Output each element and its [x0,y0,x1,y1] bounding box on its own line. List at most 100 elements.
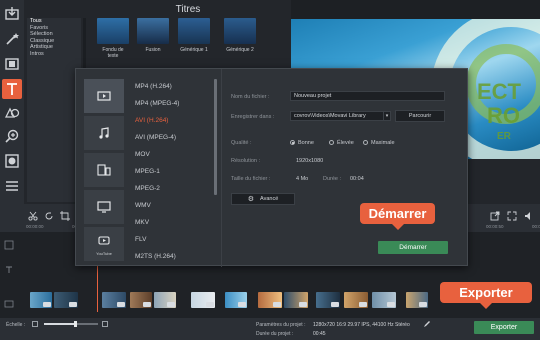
quality-radio-high[interactable] [329,140,334,145]
filter-icon[interactable] [2,151,22,171]
format-item[interactable]: MP4 (MPEG-4) [135,100,179,107]
volume-icon[interactable] [524,208,534,220]
video-track-icon[interactable] [4,296,14,308]
quality-radio-good[interactable] [290,140,295,145]
advanced-label: Avancé [260,196,279,202]
scale-label: Échelle : [6,322,26,328]
duration-value: 00:04 [350,176,364,182]
text-track-icon[interactable] [4,262,14,273]
title-thumbnail-fade[interactable] [97,18,129,44]
edit-settings-icon[interactable] [423,320,431,328]
quality-label: Qualité : [231,140,252,146]
shapes-icon[interactable] [2,102,22,122]
zoom-icon[interactable] [2,126,22,146]
bottom-status-bar: Échelle : Paramètres du projet : 1280x72… [0,318,540,340]
timeline-clip[interactable] [225,292,247,308]
quality-option-max: Maximale [371,140,395,146]
timeline-clip[interactable] [316,292,340,308]
youtube-icon[interactable]: YouTube [84,227,124,261]
export-category-column: YouTube [84,79,124,265]
timeline-clip[interactable] [258,292,282,308]
start-button[interactable]: Démarrer [378,241,448,254]
title-category-list: Tous Favoris Sélection Classique Artistique I… [27,18,81,202]
crop-icon[interactable] [60,208,70,221]
music-note-icon[interactable] [84,116,124,150]
filesize-label: Taille du fichier : [231,176,271,182]
tv-icon[interactable] [84,190,124,224]
export-settings-form: Nom du fichier : Nouveau projet Enregist… [231,69,461,267]
format-item[interactable]: M2TS (H.264) [135,253,176,260]
timeline-clip[interactable] [344,292,368,308]
magic-wand-icon[interactable] [2,29,22,49]
title-thumbnail-label: Générique 1 [180,47,208,53]
quality-option-high: Élevée [337,140,354,146]
zoom-in-icon[interactable] [102,321,108,327]
format-list: MP4 (H.264) MP4 (MPEG-4) AVI (H.264) AVI (M… [129,79,211,265]
preview-overlay-text: ECT [477,79,521,104]
browse-button[interactable]: Parcourir [395,110,445,122]
format-item[interactable]: MKV [135,219,149,226]
chevron-down-icon[interactable]: ▾ [384,111,391,121]
video-icon[interactable] [84,79,124,113]
project-duration-label: Durée du projet : [256,331,294,337]
timeline-clip[interactable] [406,292,428,308]
filename-label: Nom du fichier : [231,94,270,100]
dialog-divider [221,69,222,267]
resolution-value: 1920x1080 [296,158,324,164]
quality-option-good: Bonne [298,140,314,146]
format-item[interactable]: AVI (MPEG-4) [135,134,176,141]
resolution-label: Résolution : [231,158,261,164]
timeline-clip[interactable] [102,292,126,308]
timeline-clip[interactable] [54,292,78,308]
add-track-icon[interactable] [4,237,14,250]
format-item[interactable]: MPEG-1 [135,168,160,175]
timeline-clip[interactable] [130,292,152,308]
format-item[interactable]: MOV [135,151,150,158]
title-thumbnail-label: Fondu de texte [102,47,124,59]
filename-input[interactable]: Nouveau projet [290,91,445,101]
export-dialog: YouTube MP4 (H.264) MP4 (MPEG-4) AVI (H.26… [75,68,468,267]
quality-radio-max[interactable] [363,140,368,145]
ruler-tick-label: 00:00:00 [26,224,44,229]
titles-panel-heading: Titres [175,4,201,15]
youtube-label: YouTube [96,251,112,256]
title-thumbnail-credits-2[interactable] [224,18,256,44]
rotate-icon[interactable] [44,208,54,220]
title-thumbnail-credits-1[interactable] [178,18,210,44]
project-settings-label: Paramètres du projet : [256,322,306,328]
ruler-tick-label: 00:00:50 [486,224,504,229]
format-scrollbar[interactable] [214,79,217,195]
export-callout: Exporter [440,282,532,309]
format-item[interactable]: WMV [135,202,151,209]
timeline-clip[interactable] [154,292,176,308]
devices-icon[interactable] [84,153,124,187]
title-category-item[interactable]: Intros [27,51,81,58]
detach-preview-icon[interactable] [490,208,500,221]
save-in-field[interactable]: covrov\Videos\Movavi Library [290,111,384,121]
format-item[interactable]: AVI (H.264) [135,117,168,124]
title-thumbnail-label: Générique 2 [226,47,254,53]
zoom-out-icon[interactable] [32,321,38,327]
preview-overlay-text: ER [497,131,511,142]
format-item[interactable]: MPEG-2 [135,185,160,192]
scissors-icon[interactable] [28,208,38,221]
timeline-clip[interactable] [191,292,215,308]
import-icon[interactable] [2,4,22,24]
format-item[interactable]: FLV [135,236,146,243]
left-toolbar [0,0,24,206]
advanced-button[interactable]: ⚙ Avancé [231,193,295,205]
timeline-clip[interactable] [30,292,52,308]
gear-icon: ⚙ [247,196,255,203]
export-button[interactable]: Exporter [474,321,534,334]
format-item[interactable]: MP4 (H.264) [135,83,172,90]
title-thumbnail-fusion[interactable] [137,18,169,44]
fullscreen-icon[interactable] [507,208,517,221]
filmstrip-icon[interactable] [2,54,22,74]
timeline-clip[interactable] [372,292,396,308]
timeline-clip[interactable] [284,292,308,308]
project-duration-value: 00:45 [313,331,326,337]
title-thumbnail-label: Fusion [145,47,161,53]
titles-icon[interactable] [2,79,22,99]
scale-slider[interactable] [44,321,98,327]
more-tools-icon[interactable] [2,176,22,196]
